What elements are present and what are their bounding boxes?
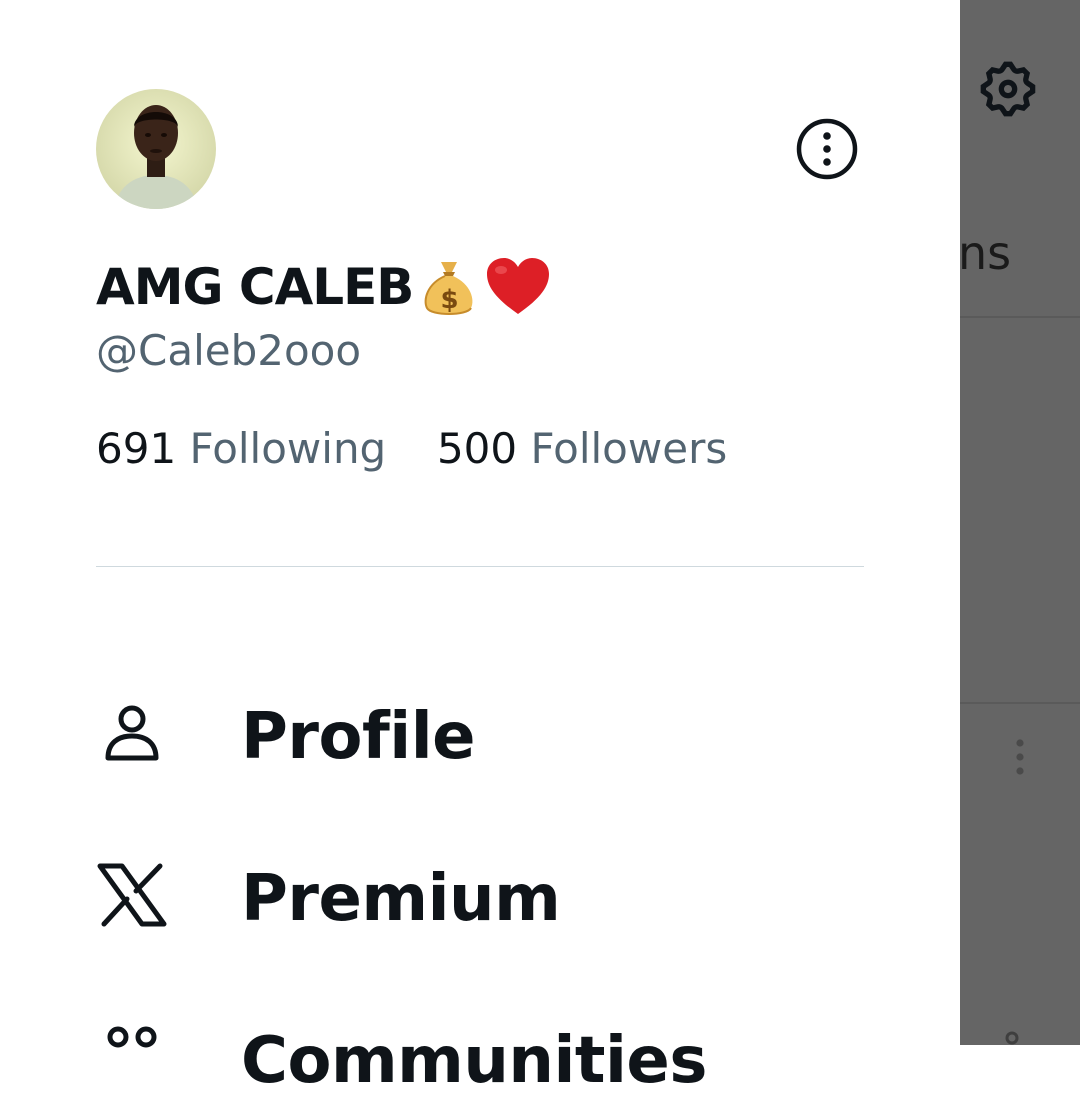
background-app-scrim[interactable] bbox=[960, 0, 1080, 1045]
menu-item-profile[interactable]: Profile bbox=[96, 700, 856, 790]
money-bag-emoji: $ bbox=[425, 262, 473, 315]
person-icon bbox=[105, 705, 159, 761]
menu-item-premium[interactable]: Premium bbox=[96, 862, 856, 952]
followers-count: 500 bbox=[436, 424, 518, 473]
following-count: 691 bbox=[96, 424, 177, 473]
display-name[interactable]: AMG CALEB $ bbox=[96, 256, 551, 318]
menu-item-label: Communities bbox=[241, 1024, 707, 1098]
profile-handle[interactable]: @Caleb2ooo bbox=[96, 326, 361, 375]
person-icon bbox=[1005, 1031, 1019, 1045]
svg-text:$: $ bbox=[441, 285, 458, 315]
background-tab-label[interactable]: ns bbox=[958, 226, 1011, 280]
following-link[interactable]: 691 Following bbox=[96, 424, 400, 473]
followers-link[interactable]: 500 Followers bbox=[437, 424, 727, 473]
followers-label: Followers bbox=[530, 424, 728, 473]
menu-item-label: Profile bbox=[241, 700, 476, 774]
communities-icon bbox=[107, 1026, 157, 1048]
display-name-text: AMG CALEB bbox=[96, 258, 414, 316]
avatar-image bbox=[96, 89, 216, 209]
menu-item-communities[interactable]: Communities bbox=[96, 1024, 856, 1114]
menu-item-label: Premium bbox=[241, 862, 561, 936]
more-vertical-icon[interactable] bbox=[1012, 738, 1028, 780]
divider bbox=[96, 566, 864, 567]
background-divider bbox=[960, 316, 1080, 318]
avatar[interactable] bbox=[96, 89, 216, 209]
x-logo-icon bbox=[97, 863, 167, 927]
following-label: Following bbox=[189, 424, 387, 473]
more-circle-icon[interactable] bbox=[796, 118, 858, 180]
red-heart-emoji bbox=[487, 258, 550, 314]
navigation-drawer: AMG CALEB $ @Caleb2ooo 691 Following 500… bbox=[0, 0, 960, 1098]
background-divider bbox=[960, 702, 1080, 704]
follow-stats: 691 Following 500 Followers bbox=[96, 424, 727, 473]
gear-icon[interactable] bbox=[976, 57, 1040, 121]
